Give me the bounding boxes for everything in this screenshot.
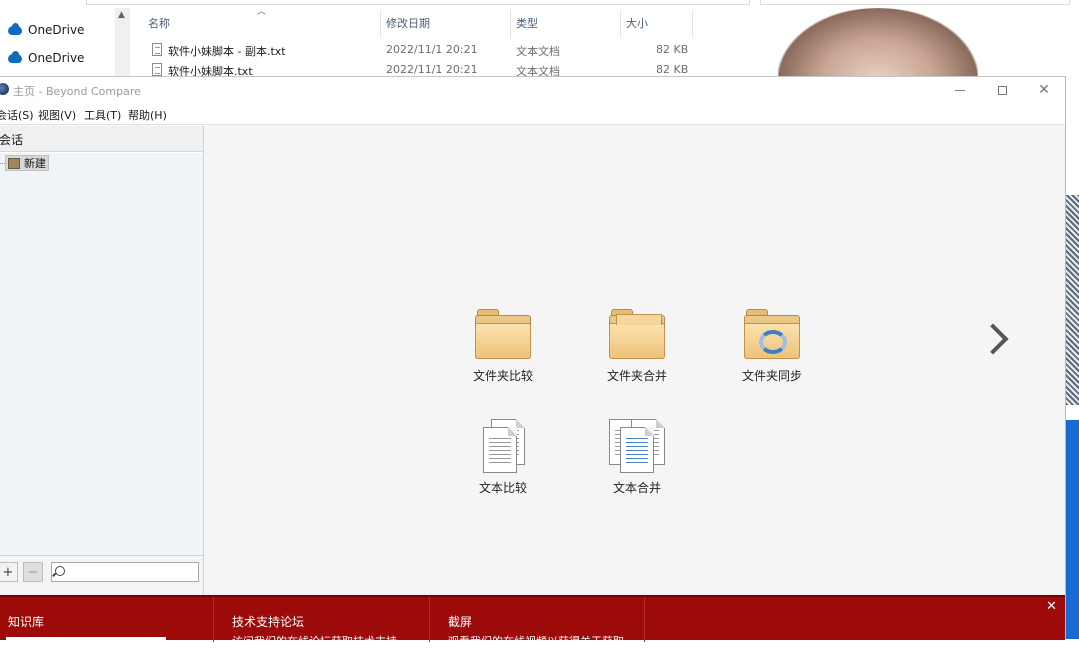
column-name[interactable]: 名称 [148,15,170,31]
nav-item-onedrive[interactable]: OneDrive [8,20,84,40]
launch-label: 文件夹同步 [741,369,802,383]
file-date: 2022/11/1 20:21 [386,43,478,56]
home-launch-area: 文件夹比较 文件夹合并 文件夹同步 文本比较 文本合并 [205,126,1065,595]
banner-description: 访问我们的在线论坛获取技术支持 [232,635,397,648]
close-button[interactable]: ✕ [1021,77,1067,103]
column-divider[interactable] [380,10,381,38]
explorer-nav-scrollbar[interactable]: ▲ [115,8,130,78]
nav-item-label: OneDrive [28,51,85,65]
nav-item-onedrive[interactable]: OneDrive [8,48,84,68]
folder-merge-icon [609,309,665,359]
tree-item-new[interactable]: 新建 [5,155,49,171]
maximize-icon [997,85,1007,95]
explorer-nav-pane: OneDrive OneDrive [0,8,115,78]
photo-window-edge [760,0,1070,5]
file-type: 文本文档 [516,45,560,58]
tree-item-label: 新建 [24,157,46,170]
sidebar-header: 会话 [0,126,203,152]
column-type[interactable]: 类型 [516,15,538,31]
file-explorer-window: OneDrive OneDrive ▲ ︿ 名称 修改日期 类型 大小 软件小妹… [0,0,760,78]
info-banner: 知识库 技术支持论坛 访问我们的在线论坛获取技术支持 截屏 观看我们的在线视频以… [0,595,1065,648]
menu-tools[interactable]: 工具(T) [84,107,121,123]
launch-label: 文本比较 [478,481,527,495]
launch-label: 文本合并 [612,481,661,495]
minimize-icon [955,89,965,91]
text-file-icon [152,63,162,76]
session-box-icon [8,157,20,169]
folder-sync-icon [744,309,800,359]
file-row[interactable]: 软件小妹脚本 - 副本.txt 2022/11/1 20:21 文本文档 82 … [140,40,700,60]
close-icon: ✕ [1038,82,1050,98]
folder-compare-icon [475,309,531,359]
nav-item-label: OneDrive [28,23,85,37]
menu-session[interactable]: 会话(S) [0,107,34,123]
sidebar-title: 会话 [0,133,24,147]
launch-folder-merge[interactable]: 文件夹合并 [577,301,697,391]
session-search-input[interactable] [51,562,199,582]
explorer-address-bar [86,0,750,5]
menu-bar: 会话(S) 视图(V) 工具(T) 帮助(H) [0,103,1065,125]
file-name: 软件小妹脚本 - 副本.txt [168,45,286,58]
cloud-icon [8,50,22,63]
banner-title: 技术支持论坛 [232,615,305,629]
chevron-right-icon[interactable] [982,322,1002,356]
session-tree[interactable]: 新建 [0,153,203,555]
banner-title: 截屏 [448,615,473,629]
app-logo-icon [0,83,9,95]
column-date[interactable]: 修改日期 [386,15,430,31]
minimize-button[interactable] [937,77,983,103]
file-date: 2022/11/1 20:21 [386,63,478,76]
cloud-icon [8,22,22,35]
window-title: 主页 - Beyond Compare [13,85,141,98]
file-size: 82 KB [656,63,689,76]
launch-label: 文件夹比较 [472,369,533,383]
column-divider[interactable] [692,10,693,38]
add-session-button[interactable]: + [0,562,18,582]
banner-section-knowledge-base[interactable]: 知识库 [0,597,214,645]
column-size[interactable]: 大小 [626,15,648,31]
desktop-photo-edge [1066,195,1079,405]
launch-text-compare[interactable]: 文本比较 [443,413,563,503]
beyond-compare-window: 主页 - Beyond Compare ✕ 会话(S) 视图(V) 工具(T) … [0,76,1066,648]
file-size: 82 KB [656,43,689,56]
sort-ascending-icon: ︿ [257,7,267,17]
menu-view[interactable]: 视图(V) [38,107,76,123]
explorer-column-header: ︿ 名称 修改日期 类型 大小 [140,7,700,38]
menu-help[interactable]: 帮助(H) [128,107,167,123]
desktop-wallpaper-edge [1066,420,1079,639]
text-compare-icon [483,419,527,475]
knowledge-base-search-input[interactable] [6,637,166,645]
column-divider[interactable] [510,10,511,38]
banner-section-forum[interactable]: 技术支持论坛 访问我们的在线论坛获取技术支持 [214,597,430,648]
launch-folder-compare[interactable]: 文件夹比较 [443,301,563,391]
launch-text-merge[interactable]: 文本合并 [577,413,697,503]
maximize-button[interactable] [979,77,1025,103]
sidebar-footer: + − [0,555,203,595]
text-merge-icon [609,419,665,475]
banner-section-screencasts[interactable]: 截屏 观看我们的在线视频以获得关于获取 [430,597,645,648]
banner-description: 观看我们的在线视频以获得关于获取 [448,635,624,648]
banner-close-icon[interactable]: ✕ [1046,599,1057,614]
scroll-up-icon[interactable]: ▲ [118,10,125,20]
sessions-sidebar: 会话 新建 + − [0,126,204,595]
column-divider[interactable] [620,10,621,38]
launch-folder-sync[interactable]: 文件夹同步 [712,301,832,391]
search-icon [55,566,65,576]
title-bar[interactable]: 主页 - Beyond Compare ✕ [0,77,1065,103]
launch-label: 文件夹合并 [606,369,667,383]
banner-title: 知识库 [8,615,45,629]
remove-session-button[interactable]: − [23,562,43,582]
text-file-icon [152,43,162,56]
